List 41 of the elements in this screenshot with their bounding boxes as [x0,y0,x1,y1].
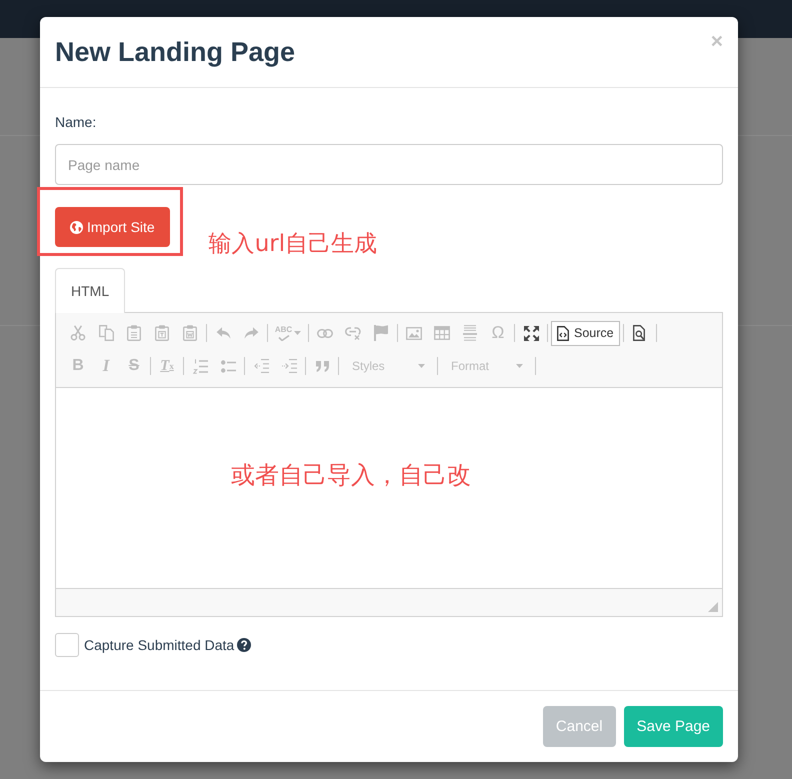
table-icon [434,326,450,340]
redo-icon [244,327,258,339]
chain-link-icon [317,328,333,338]
copy-icon [98,325,114,341]
close-button[interactable]: × [710,32,723,52]
check-icon [278,334,290,340]
caret-icon [516,364,523,368]
clipboard-icon [183,325,197,341]
annotation-note: 或者自己导入，自己改 [231,461,471,489]
broken-link-icon [345,326,361,340]
numbered-list-icon [192,358,208,374]
name-input-field[interactable]: Page name [55,144,723,185]
cancel-button[interactable]: Cancel [542,706,616,747]
caret-icon [418,364,425,368]
scissors-icon [70,325,86,341]
clipboard-icon [155,325,169,341]
field-label: Name: [55,113,96,132]
flag-icon [374,325,388,341]
caret-icon [294,331,302,335]
editor-tab[interactable]: HTML [55,268,126,313]
resize-handle-icon[interactable] [708,602,718,612]
image-icon [406,326,422,340]
quote-icon [314,360,330,372]
save-button[interactable]: Save Page [624,706,723,747]
help-icon[interactable] [237,638,252,652]
undo-icon [216,327,230,339]
outdent-icon [254,359,268,373]
expand-icon [524,326,538,340]
bullet-list-icon [220,360,236,372]
indent-icon [282,359,296,373]
checkbox-label: Capture Submitted Data [84,637,234,653]
file-search-icon [633,325,646,341]
clipboard-icon [127,325,141,341]
code-file-icon [557,326,569,340]
horizontal-lines-icon [463,325,477,341]
globe-icon [70,220,83,234]
checkbox[interactable] [55,633,79,657]
source-button[interactable]: Source [551,320,620,346]
annotation-note: 输入url自己生成 [208,231,378,257]
dialog-title: New Landing Page [55,36,296,69]
import-site-button[interactable]: Import Site [55,207,170,247]
